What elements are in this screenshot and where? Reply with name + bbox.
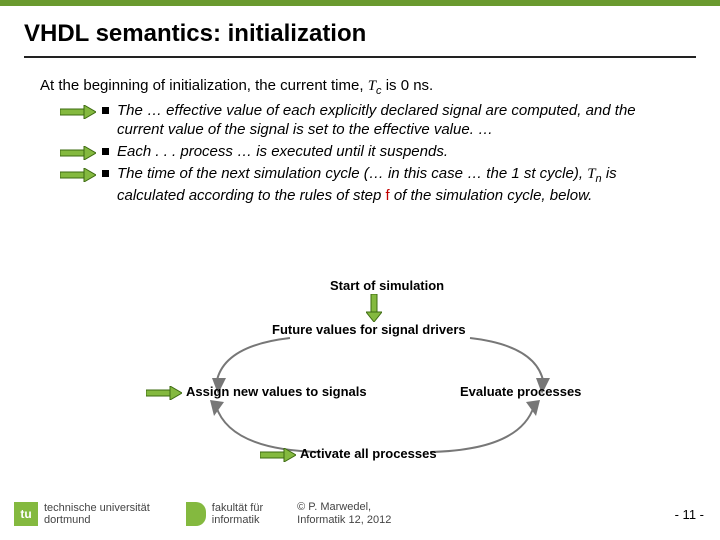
bullet-text: Each . . . process … is executed until i… [117, 142, 448, 162]
fi-mark-icon [186, 502, 206, 526]
simulation-cycle-diagram: Start of simulation Future values for si… [150, 278, 610, 468]
copyright: © P. Marwedel, Informatik 12, 2012 [297, 501, 391, 527]
faculty-name: fakultät für informatik [212, 502, 263, 526]
uni-line1: technische universität [44, 502, 150, 514]
university-name: technische universität dortmund [44, 502, 150, 526]
copy-line1: © P. Marwedel, [297, 501, 391, 514]
bullet-text: The time of the next simulation cycle (…… [117, 164, 680, 206]
copy-line2: Informatik 12, 2012 [297, 514, 391, 527]
tu-mark-icon: tu [14, 502, 38, 526]
label-assign: Assign new values to signals [186, 384, 367, 399]
page-number: - 11 - [675, 507, 704, 522]
bullet-row: The … effective value of each explicitly… [60, 101, 680, 141]
b3-pre: The time of the next simulation cycle (…… [117, 165, 587, 182]
bullet-list: The … effective value of each explicitly… [40, 101, 680, 207]
curve-up-right-icon [420, 400, 540, 458]
slide-title: VHDL semantics: initialization [0, 6, 720, 56]
arrow-icon [60, 105, 96, 119]
label-activate: Activate all processes [300, 446, 437, 461]
label-start: Start of simulation [330, 278, 444, 293]
intro-line: At the beginning of initialization, the … [40, 76, 680, 99]
tu-logo: tu technische universität dortmund [14, 502, 150, 526]
bullet-marker [102, 170, 109, 177]
fi-logo: fakultät für informatik [186, 502, 263, 526]
uni-line2: dortmund [44, 514, 150, 526]
fak-line1: fakultät für [212, 502, 263, 514]
tn-symbol: T [587, 166, 595, 182]
label-future: Future values for signal drivers [272, 322, 466, 337]
fak-line2: informatik [212, 514, 263, 526]
tc-symbol: T [368, 78, 376, 94]
intro-pre: At the beginning of initialization, the … [40, 77, 368, 94]
bullet-row: Each . . . process … is executed until i… [60, 142, 680, 162]
intro-post: is 0 ns. [382, 77, 434, 94]
bullet-row: The time of the next simulation cycle (…… [60, 164, 680, 206]
label-evaluate: Evaluate processes [460, 384, 581, 399]
arrow-icon [146, 386, 182, 400]
bullet-text: The … effective value of each explicitly… [117, 101, 680, 141]
footer: tu technische universität dortmund fakul… [0, 494, 720, 534]
bullet-marker [102, 107, 109, 114]
bullet-marker [102, 148, 109, 155]
arrow-icon [366, 294, 382, 322]
arrow-icon [60, 146, 96, 160]
b3-post: of the simulation cycle, below. [390, 187, 593, 204]
arrow-icon [60, 168, 96, 182]
arrow-icon [260, 448, 296, 462]
main-content: At the beginning of initialization, the … [0, 58, 720, 206]
